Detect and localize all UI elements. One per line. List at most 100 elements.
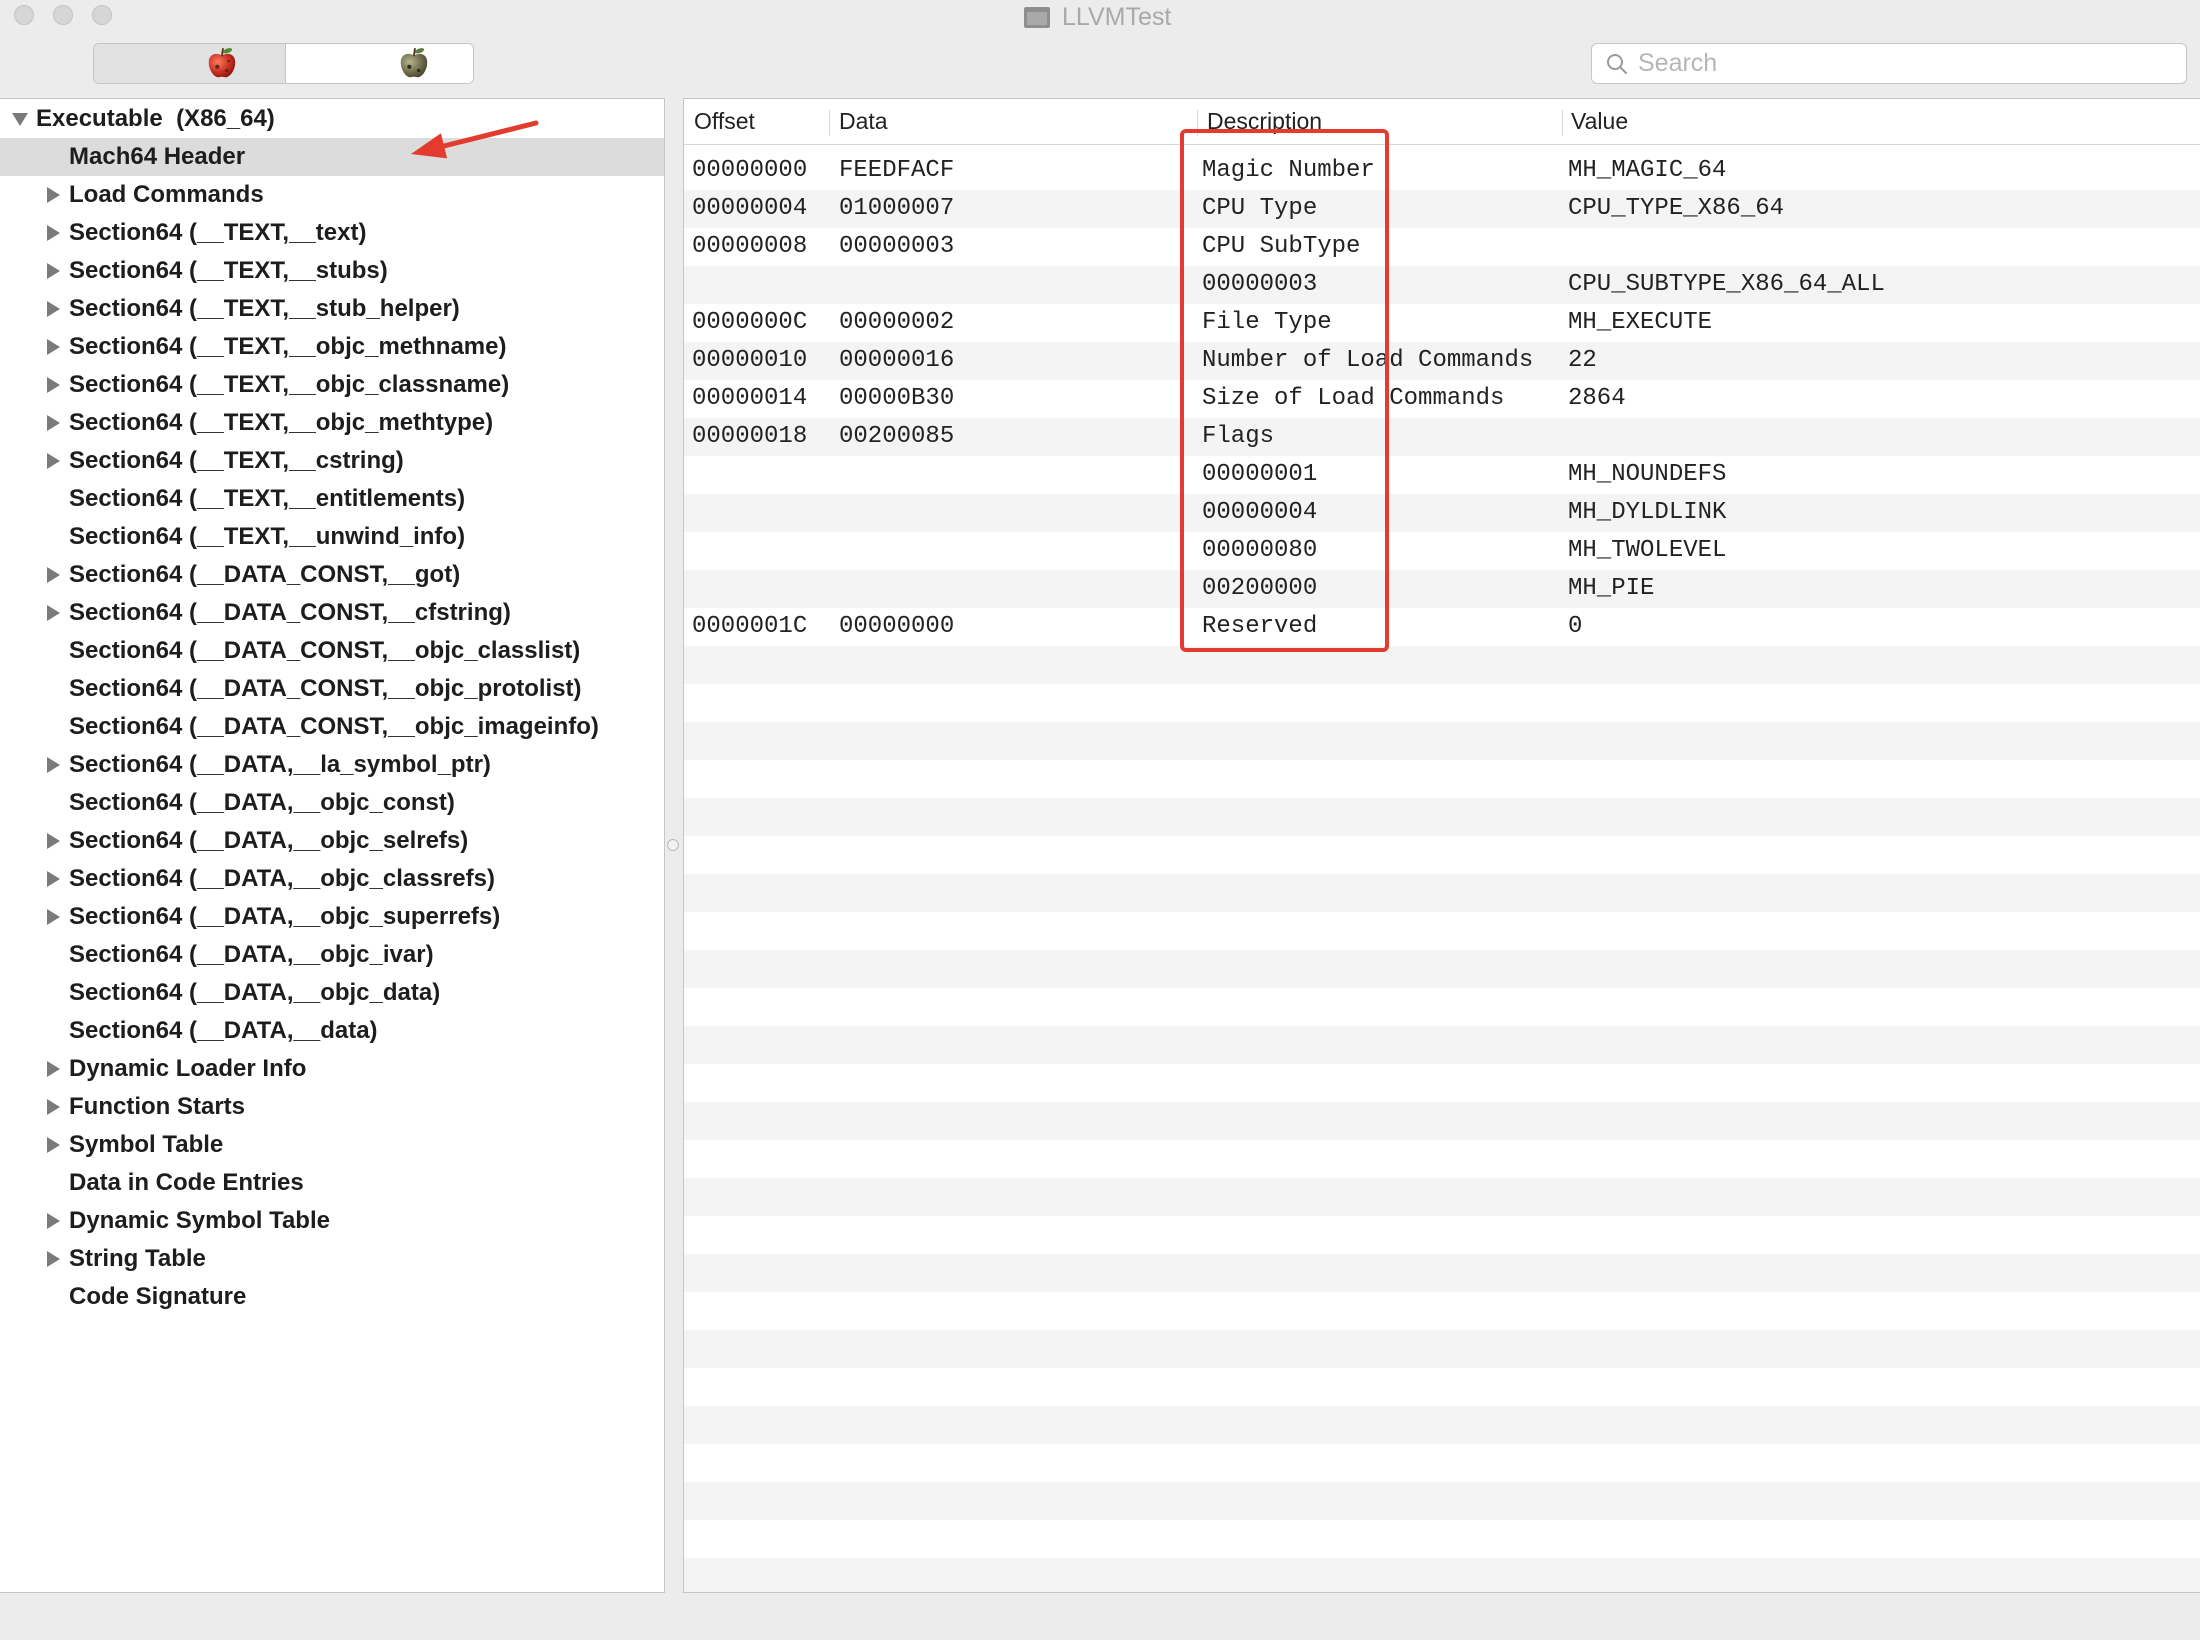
description-cell: Flags <box>1202 423 1275 450</box>
close-button[interactable] <box>14 5 34 25</box>
tree-item-section-data-objc-data[interactable]: Section64 (__DATA,__objc_data) <box>0 974 664 1012</box>
tree-item-section-data-const-objc-protolist[interactable]: Section64 (__DATA_CONST,__objc_protolist… <box>0 670 664 708</box>
triangle-right-icon[interactable] <box>47 1099 60 1115</box>
description-cell: 00000004 <box>1202 499 1318 526</box>
tree-item-data-in-code-entries[interactable]: Data in Code Entries <box>0 1164 664 1202</box>
triangle-right-icon[interactable] <box>47 339 60 355</box>
value-cell: MH_DYLDLINK <box>1568 499 1727 526</box>
tree-item-mach64-header[interactable]: Mach64 Header <box>0 138 664 176</box>
tree-item-section-data-const-got[interactable]: Section64 (__DATA_CONST,__got) <box>0 556 664 594</box>
tree-item-section-data-la-symbol-ptr[interactable]: Section64 (__DATA,__la_symbol_ptr) <box>0 746 664 784</box>
triangle-right-icon[interactable] <box>47 187 60 203</box>
offset-cell: 0000001C <box>692 613 808 640</box>
table-row[interactable]: 00200000 MH_PIE <box>684 570 2200 608</box>
tree-item-section-text-cstring[interactable]: Section64 (__TEXT,__cstring) <box>0 442 664 480</box>
triangle-right-icon[interactable] <box>47 1251 60 1267</box>
search-field[interactable] <box>1591 43 2187 84</box>
tree-item-section-text-objc-methname[interactable]: Section64 (__TEXT,__objc_methname) <box>0 328 664 366</box>
table-row[interactable]: 00000004 MH_DYLDLINK <box>684 494 2200 532</box>
tree-item-section-data-const-objc-classlist[interactable]: Section64 (__DATA_CONST,__objc_classlist… <box>0 632 664 670</box>
tree-item-string-table[interactable]: String Table <box>0 1240 664 1278</box>
triangle-right-icon[interactable] <box>47 871 60 887</box>
tree-item-section-text-unwind-info[interactable]: Section64 (__TEXT,__unwind_info) <box>0 518 664 556</box>
table-row[interactable]: 00000003 CPU_SUBTYPE_X86_64_ALL <box>684 266 2200 304</box>
column-header-value[interactable]: Value <box>1571 99 1628 144</box>
table-row[interactable]: 00000018 00200085 Flags <box>684 418 2200 456</box>
column-separator[interactable] <box>1562 110 1563 136</box>
column-separator[interactable] <box>1197 110 1198 136</box>
tree-item-section-data-objc-const[interactable]: Section64 (__DATA,__objc_const) <box>0 784 664 822</box>
tree-item-section-data-objc-ivar[interactable]: Section64 (__DATA,__objc_ivar) <box>0 936 664 974</box>
description-cell: CPU Type <box>1202 195 1318 222</box>
data-cell: 00200085 <box>839 423 955 450</box>
table-body: 00000000 FEEDFACF Magic Number MH_MAGIC_64 … <box>684 152 2200 1592</box>
table-row[interactable]: 00000080 MH_TWOLEVEL <box>684 532 2200 570</box>
tree-item-label: Section64 (__DATA,__objc_const) <box>69 789 455 816</box>
tree-item-section-text-stubs[interactable]: Section64 (__TEXT,__stubs) <box>0 252 664 290</box>
column-header-data[interactable]: Data <box>839 99 888 144</box>
view-mode-segmented-control <box>93 43 474 84</box>
column-header-description[interactable]: Description <box>1207 99 1322 144</box>
triangle-right-icon[interactable] <box>47 567 60 583</box>
table-row[interactable]: 00000001 MH_NOUNDEFS <box>684 456 2200 494</box>
tree-item-section-data-const-objc-imageinfo[interactable]: Section64 (__DATA_CONST,__objc_imageinfo… <box>0 708 664 746</box>
value-cell: CPU_SUBTYPE_X86_64_ALL <box>1568 271 1885 298</box>
table-header: Offset Data Description Value <box>684 99 2200 145</box>
tree-item-section-text-stub-helper[interactable]: Section64 (__TEXT,__stub_helper) <box>0 290 664 328</box>
description-cell: 00000001 <box>1202 461 1318 488</box>
triangle-right-icon[interactable] <box>47 453 60 469</box>
tree-item-section-data-objc-classrefs[interactable]: Section64 (__DATA,__objc_classrefs) <box>0 860 664 898</box>
table-row[interactable]: 00000004 01000007 CPU Type CPU_TYPE_X86_64 <box>684 190 2200 228</box>
table-row[interactable]: 00000008 00000003 CPU SubType <box>684 228 2200 266</box>
triangle-right-icon[interactable] <box>47 1061 60 1077</box>
triangle-right-icon[interactable] <box>47 605 60 621</box>
segment-raw-button[interactable] <box>94 44 286 83</box>
description-cell: 00000080 <box>1202 537 1318 564</box>
triangle-right-icon[interactable] <box>47 757 60 773</box>
triangle-right-icon[interactable] <box>47 377 60 393</box>
tree-item-section-text-entitlements[interactable]: Section64 (__TEXT,__entitlements) <box>0 480 664 518</box>
tree-item-label: Dynamic Symbol Table <box>69 1207 330 1234</box>
triangle-right-icon[interactable] <box>47 415 60 431</box>
window-title-group: LLVMTest <box>1024 2 1171 32</box>
column-separator[interactable] <box>829 110 830 136</box>
tree-item-section-data-objc-selrefs[interactable]: Section64 (__DATA,__objc_selrefs) <box>0 822 664 860</box>
tree-item-section-data-const-cfstring[interactable]: Section64 (__DATA_CONST,__cfstring) <box>0 594 664 632</box>
table-row[interactable]: 00000000 FEEDFACF Magic Number MH_MAGIC_64 <box>684 152 2200 190</box>
tree-item-symbol-table[interactable]: Symbol Table <box>0 1126 664 1164</box>
search-input[interactable] <box>1638 44 2168 83</box>
column-header-offset[interactable]: Offset <box>694 99 755 144</box>
tree-item-function-starts[interactable]: Function Starts <box>0 1088 664 1126</box>
table-row[interactable]: 00000010 00000016 Number of Load Commands 2… <box>684 342 2200 380</box>
table-row[interactable]: 00000014 00000B30 Size of Load Commands 286… <box>684 380 2200 418</box>
table-row[interactable]: 0000000C 00000002 File Type MH_EXECUTE <box>684 304 2200 342</box>
zoom-button[interactable] <box>92 5 112 25</box>
triangle-right-icon[interactable] <box>47 225 60 241</box>
splitter-handle[interactable] <box>667 839 679 851</box>
triangle-right-icon[interactable] <box>47 263 60 279</box>
tree-item-load-commands[interactable]: Load Commands <box>0 176 664 214</box>
tree-item-section-text-objc-methtype[interactable]: Section64 (__TEXT,__objc_methtype) <box>0 404 664 442</box>
tree-item-label: Mach64 Header <box>69 143 246 170</box>
tree-item-section-text-objc-classname[interactable]: Section64 (__TEXT,__objc_classname) <box>0 366 664 404</box>
triangle-right-icon[interactable] <box>47 1213 60 1229</box>
triangle-right-icon[interactable] <box>47 1137 60 1153</box>
table-row[interactable]: 0000001C 00000000 Reserved 0 <box>684 608 2200 646</box>
value-cell: CPU_TYPE_X86_64 <box>1568 195 1785 222</box>
tree-item-dynamic-symbol-table[interactable]: Dynamic Symbol Table <box>0 1202 664 1240</box>
tree-item-dynamic-loader-info[interactable]: Dynamic Loader Info <box>0 1050 664 1088</box>
triangle-right-icon[interactable] <box>47 909 60 925</box>
minimize-button[interactable] <box>53 5 73 25</box>
tree-item-executable[interactable]: Executable (X86_64) <box>0 100 664 138</box>
triangle-down-icon[interactable] <box>12 113 28 126</box>
tree-item-section-data-data[interactable]: Section64 (__DATA,__data) <box>0 1012 664 1050</box>
tree-item-section-data-objc-superrefs[interactable]: Section64 (__DATA,__objc_superrefs) <box>0 898 664 936</box>
triangle-right-icon[interactable] <box>47 833 60 849</box>
tree-item-label: Data in Code Entries <box>69 1169 304 1196</box>
value-cell: 0 <box>1568 613 1583 640</box>
tree-item-code-signature[interactable]: Code Signature <box>0 1278 664 1316</box>
triangle-right-icon[interactable] <box>47 301 60 317</box>
segment-rva-button[interactable] <box>286 44 473 83</box>
tree-item-section-text-text[interactable]: Section64 (__TEXT,__text) <box>0 214 664 252</box>
split-view-divider[interactable] <box>665 98 683 1593</box>
